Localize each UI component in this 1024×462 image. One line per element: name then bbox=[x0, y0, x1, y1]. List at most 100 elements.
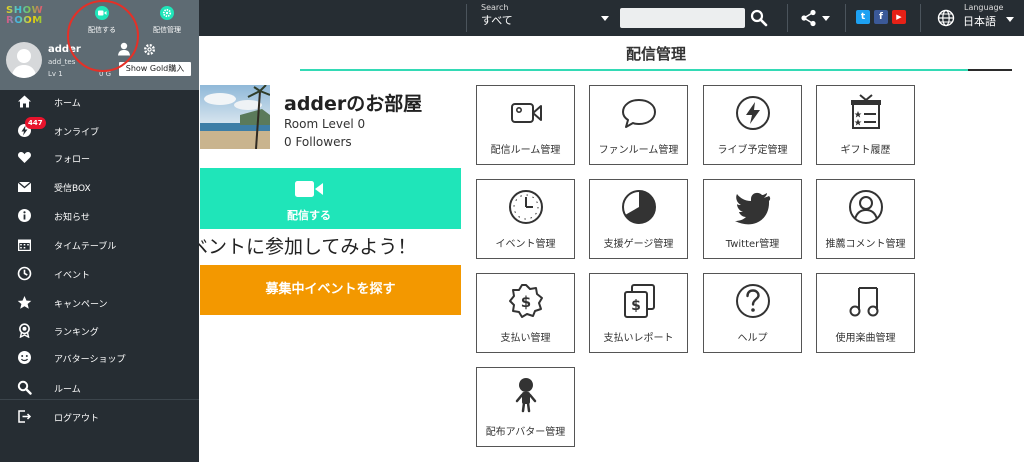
tile-label: 使用楽曲管理 bbox=[835, 333, 896, 344]
calendar-icon bbox=[18, 239, 31, 251]
tile-label: 配信ルーム管理 bbox=[490, 145, 561, 156]
sidebar-item-ranking[interactable]: ランキング bbox=[0, 319, 199, 343]
tile-twitter[interactable]: Twitter管理 bbox=[703, 179, 802, 259]
tile-live-schedule[interactable]: ライブ予定管理 bbox=[703, 85, 802, 165]
tile-label: 推薦コメント管理 bbox=[825, 239, 906, 250]
chevron-down-icon[interactable] bbox=[601, 16, 609, 21]
sidebar-item-campaign[interactable]: キャンペーン bbox=[0, 291, 199, 315]
buy-gold-button[interactable]: Show Gold購入 bbox=[119, 62, 191, 76]
room-level: Room Level 0 bbox=[284, 117, 366, 131]
broadcast-button[interactable]: 配信する bbox=[200, 168, 461, 229]
heart-icon bbox=[18, 152, 31, 163]
sidebar-item-timetable[interactable]: タイムテーブル bbox=[0, 233, 199, 257]
sidebar-item-inbox[interactable]: 受信BOX bbox=[0, 175, 199, 199]
language-select[interactable]: 日本語 bbox=[963, 13, 996, 29]
quick-manage-label: 配信管理 bbox=[153, 26, 181, 34]
sidebar-item-label: ログアウト bbox=[54, 414, 100, 424]
avatar-figure-icon bbox=[515, 378, 537, 413]
find-event-button-label: 募集中イベントを探す bbox=[265, 282, 396, 297]
tile-recommend-comment[interactable]: 推薦コメント管理 bbox=[816, 179, 915, 259]
chevron-down-icon[interactable] bbox=[1006, 17, 1014, 22]
clock-icon bbox=[17, 266, 32, 281]
lightning-icon bbox=[736, 96, 770, 130]
sidebar-user-panel: SHOW ROOM 配信する 配信管理 adder add_tes Lv 1 0… bbox=[0, 0, 199, 90]
home-icon bbox=[18, 95, 31, 108]
speech-bubble-icon bbox=[622, 99, 656, 128]
sidebar-item-label: アバターショップ bbox=[54, 355, 126, 365]
sidebar-item-follow[interactable]: フォロー bbox=[0, 146, 199, 170]
header-divider bbox=[920, 4, 921, 32]
tile-label: 支払いレポート bbox=[603, 333, 674, 344]
star-icon bbox=[17, 296, 32, 309]
gear-icon bbox=[160, 6, 174, 20]
user-circle-icon bbox=[849, 190, 883, 224]
search-caption: Search bbox=[481, 3, 509, 12]
page-title: 配信管理 bbox=[625, 45, 686, 63]
sidebar-item-label: ホーム bbox=[54, 99, 81, 109]
sidebar-item-room[interactable]: ルーム bbox=[0, 376, 199, 400]
sidebar-item-logout[interactable]: ログアウト bbox=[0, 405, 199, 429]
highlight-annotation bbox=[67, 0, 139, 72]
sidebar-item-label: イベント bbox=[54, 271, 91, 281]
tile-music[interactable]: 使用楽曲管理 bbox=[816, 273, 915, 353]
sidebar-item-label: タイムテーブル bbox=[54, 242, 117, 252]
quick-manage-button[interactable]: 配信管理 bbox=[140, 6, 194, 35]
award-icon bbox=[19, 323, 30, 338]
broadcast-button-label: 配信する bbox=[287, 209, 331, 222]
gear-icon[interactable] bbox=[143, 43, 156, 56]
sidebar-item-event[interactable]: イベント bbox=[0, 262, 199, 286]
globe-icon[interactable] bbox=[937, 9, 955, 27]
clock-icon bbox=[509, 190, 543, 224]
tile-gift-history[interactable]: ギフト履歴 bbox=[816, 85, 915, 165]
room-name[interactable]: adderのお部屋 bbox=[284, 89, 422, 116]
tile-avatar-distribution[interactable]: 配布アバター管理 bbox=[476, 367, 575, 447]
search-icon[interactable] bbox=[750, 9, 768, 27]
showroom-logo[interactable]: SHOW ROOM bbox=[6, 6, 43, 26]
search-input[interactable] bbox=[620, 8, 745, 28]
question-circle-icon bbox=[736, 284, 770, 318]
room-thumbnail[interactable] bbox=[200, 85, 270, 149]
user-id: add_tes bbox=[48, 58, 76, 66]
sidebar-item-label: ルーム bbox=[54, 385, 81, 395]
search-icon bbox=[17, 380, 32, 395]
search-category-select[interactable]: すべて bbox=[481, 12, 611, 27]
tile-payment[interactable]: $ 支払い管理 bbox=[476, 273, 575, 353]
user-level: Lv 1 bbox=[48, 70, 63, 78]
tile-help[interactable]: ヘルプ bbox=[703, 273, 802, 353]
app-window: Search すべて t f ▶ Language 日本語 配信管理 adder… bbox=[0, 0, 1024, 462]
tile-broadcast-room[interactable]: 配信ルーム管理 bbox=[476, 85, 575, 165]
tile-label: 支援ゲージ管理 bbox=[603, 239, 674, 250]
info-icon bbox=[18, 209, 31, 222]
event-promo-text: ベントに参加してみよう！ bbox=[189, 236, 417, 258]
tile-label: ファンルーム管理 bbox=[598, 145, 679, 156]
svg-text:$: $ bbox=[521, 293, 531, 311]
tile-fan-room[interactable]: ファンルーム管理 bbox=[589, 85, 688, 165]
sidebar-item-home[interactable]: ホーム bbox=[0, 90, 199, 114]
sidebar-item-label: ランキング bbox=[54, 328, 99, 338]
gauge-icon bbox=[622, 190, 656, 224]
dollar-documents-icon: $ bbox=[624, 284, 655, 318]
tile-label: ヘルプ bbox=[737, 333, 768, 344]
tile-event[interactable]: イベント管理 bbox=[476, 179, 575, 259]
smiley-icon bbox=[18, 351, 31, 364]
onlive-count-badge: 447 bbox=[25, 117, 46, 129]
tile-payment-report[interactable]: $ 支払いレポート bbox=[589, 273, 688, 353]
youtube-icon[interactable]: ▶ bbox=[892, 10, 906, 24]
twitter-bird-icon bbox=[735, 192, 771, 225]
header-divider bbox=[787, 4, 788, 32]
logo-text-2: ROOM bbox=[6, 15, 43, 26]
tile-support-gauge[interactable]: 支援ゲージ管理 bbox=[589, 179, 688, 259]
video-camera-icon bbox=[511, 103, 542, 123]
share-icon[interactable] bbox=[800, 9, 834, 27]
sidebar-item-label: オンライブ bbox=[54, 128, 100, 138]
sidebar-item-news[interactable]: お知らせ bbox=[0, 204, 199, 228]
twitter-icon[interactable]: t bbox=[856, 10, 870, 24]
facebook-icon[interactable]: f bbox=[874, 10, 888, 24]
video-camera-icon bbox=[295, 181, 323, 197]
find-event-button[interactable]: 募集中イベントを探す bbox=[200, 265, 461, 315]
tile-label: ライブ予定管理 bbox=[717, 145, 788, 156]
sidebar-item-avatar-shop[interactable]: アバターショップ bbox=[0, 346, 199, 370]
sidebar-item-label: お知らせ bbox=[54, 213, 90, 223]
avatar[interactable] bbox=[6, 42, 42, 78]
gift-list-icon bbox=[851, 94, 881, 129]
